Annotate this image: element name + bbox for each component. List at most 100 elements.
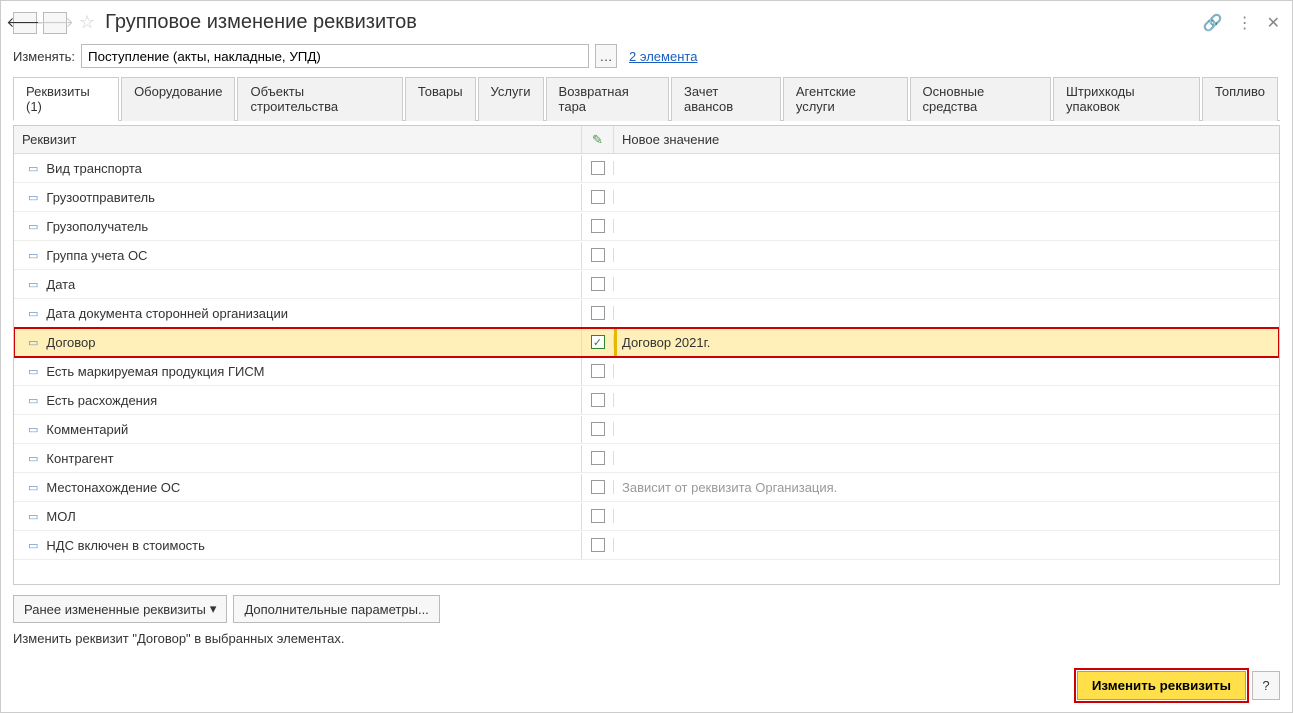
value-cell[interactable] (614, 307, 1279, 319)
value-cell[interactable] (614, 162, 1279, 174)
table-row[interactable]: ▭МОЛ (14, 502, 1279, 531)
requisite-cell[interactable]: ▭Комментарий (14, 416, 582, 443)
checkbox-cell[interactable] (582, 538, 614, 552)
requisite-cell[interactable]: ▭Контрагент (14, 445, 582, 472)
tab-advances[interactable]: Зачет авансов (671, 77, 781, 121)
tab-construction[interactable]: Объекты строительства (237, 77, 402, 121)
history-button[interactable]: Ранее измененные реквизиты ▾ (13, 595, 227, 623)
requisite-cell[interactable]: ▭Договор (14, 329, 582, 356)
table-row[interactable]: ▭Есть расхождения (14, 386, 1279, 415)
row-checkbox[interactable] (591, 393, 605, 407)
filter-input[interactable] (81, 44, 589, 68)
row-checkbox[interactable] (591, 364, 605, 378)
help-button[interactable]: ? (1252, 671, 1280, 700)
table-row[interactable]: ▭Контрагент (14, 444, 1279, 473)
table-row[interactable]: ▭Комментарий (14, 415, 1279, 444)
checkbox-cell[interactable] (582, 190, 614, 204)
row-checkbox[interactable] (591, 509, 605, 523)
checkbox-cell[interactable] (582, 219, 614, 233)
row-checkbox[interactable] (591, 451, 605, 465)
table-row[interactable]: ▭Дата документа сторонней организации (14, 299, 1279, 328)
value-cell[interactable] (614, 539, 1279, 551)
row-checkbox[interactable] (591, 538, 605, 552)
requisite-cell[interactable]: ▭МОЛ (14, 503, 582, 530)
elements-link[interactable]: 2 элемента (629, 49, 697, 64)
more-icon[interactable]: ⋮ (1237, 13, 1253, 33)
table-row[interactable]: ▭Грузоотправитель (14, 183, 1279, 212)
link-icon[interactable]: 🔗 (1203, 13, 1223, 33)
requisite-name: Местонахождение ОС (46, 480, 180, 495)
table-row[interactable]: ▭Группа учета ОС (14, 241, 1279, 270)
value-cell[interactable] (614, 452, 1279, 464)
table-row[interactable]: ▭НДС включен в стоимость (14, 531, 1279, 560)
tab-fuel[interactable]: Топливо (1202, 77, 1278, 121)
requisite-cell[interactable]: ▭Есть маркируемая продукция ГИСМ (14, 358, 582, 385)
grid-header-requisite[interactable]: Реквизит (14, 126, 582, 153)
tab-goods[interactable]: Товары (405, 77, 476, 121)
checkbox-cell[interactable] (582, 509, 614, 523)
row-checkbox[interactable]: ✓ (591, 335, 605, 349)
requisite-cell[interactable]: ▭Грузоотправитель (14, 184, 582, 211)
grid-header-value[interactable]: Новое значение (614, 126, 1279, 153)
value-cell[interactable] (614, 510, 1279, 522)
row-checkbox[interactable] (591, 219, 605, 233)
checkbox-cell[interactable] (582, 364, 614, 378)
table-row[interactable]: ▭Грузополучатель (14, 212, 1279, 241)
bottom-buttons: Ранее измененные реквизиты ▾ Дополнитель… (9, 589, 1284, 625)
checkbox-cell[interactable] (582, 480, 614, 494)
row-checkbox[interactable] (591, 422, 605, 436)
value-cell[interactable] (614, 394, 1279, 406)
checkbox-cell[interactable] (582, 277, 614, 291)
favorite-star-icon[interactable]: ☆ (79, 12, 95, 33)
requisite-cell[interactable]: ▭Дата (14, 271, 582, 298)
value-cell[interactable] (614, 249, 1279, 261)
table-row[interactable]: ▭Местонахождение ОС Зависит от реквизита … (14, 473, 1279, 502)
table-row[interactable]: ▭Есть маркируемая продукция ГИСМ (14, 357, 1279, 386)
nav-forward-button[interactable]: 🡒 (43, 12, 67, 34)
table-row[interactable]: ▭Вид транспорта (14, 154, 1279, 183)
apply-button[interactable]: Изменить реквизиты (1077, 671, 1246, 700)
value-cell[interactable]: Договор 2021г. (614, 329, 1279, 356)
checkbox-cell[interactable] (582, 393, 614, 407)
tab-requisites[interactable]: Реквизиты (1) (13, 77, 119, 121)
checkbox-cell[interactable] (582, 248, 614, 262)
table-row[interactable]: ▭Дата (14, 270, 1279, 299)
tab-equipment[interactable]: Оборудование (121, 77, 235, 121)
filter-select-button[interactable]: … (595, 44, 617, 68)
requisite-cell[interactable]: ▭НДС включен в стоимость (14, 532, 582, 559)
value-cell[interactable] (614, 423, 1279, 435)
value-cell[interactable] (614, 365, 1279, 377)
requisite-cell[interactable]: ▭Есть расхождения (14, 387, 582, 414)
requisite-cell[interactable]: ▭Вид транспорта (14, 155, 582, 182)
value-cell[interactable] (614, 220, 1279, 232)
row-checkbox[interactable] (591, 277, 605, 291)
nav-back-button[interactable]: 🡐 (13, 12, 37, 34)
close-icon[interactable]: ✕ (1267, 13, 1280, 33)
tab-returnable[interactable]: Возвратная тара (546, 77, 669, 121)
table-row[interactable]: ▭Договор ✓ Договор 2021г. (14, 328, 1279, 357)
grid-header-edit[interactable]: ✎ (582, 126, 614, 153)
row-checkbox[interactable] (591, 480, 605, 494)
requisite-cell[interactable]: ▭Группа учета ОС (14, 242, 582, 269)
extra-params-button[interactable]: Дополнительные параметры... (233, 595, 439, 623)
tab-agency[interactable]: Агентские услуги (783, 77, 908, 121)
grid-body[interactable]: ▭Вид транспорта▭Грузоотправитель▭Грузопо… (14, 154, 1279, 584)
requisite-cell[interactable]: ▭Местонахождение ОС (14, 474, 582, 501)
row-checkbox[interactable] (591, 190, 605, 204)
requisite-cell[interactable]: ▭Грузополучатель (14, 213, 582, 240)
value-cell[interactable]: Зависит от реквизита Организация. (614, 474, 1279, 501)
tab-barcodes[interactable]: Штрихкоды упаковок (1053, 77, 1200, 121)
checkbox-cell[interactable] (582, 161, 614, 175)
checkbox-cell[interactable]: ✓ (582, 335, 614, 349)
row-checkbox[interactable] (591, 161, 605, 175)
checkbox-cell[interactable] (582, 306, 614, 320)
value-cell[interactable] (614, 278, 1279, 290)
checkbox-cell[interactable] (582, 422, 614, 436)
value-cell[interactable] (614, 191, 1279, 203)
tab-services[interactable]: Услуги (478, 77, 544, 121)
checkbox-cell[interactable] (582, 451, 614, 465)
row-checkbox[interactable] (591, 306, 605, 320)
row-checkbox[interactable] (591, 248, 605, 262)
tab-fixed-assets[interactable]: Основные средства (910, 77, 1051, 121)
requisite-cell[interactable]: ▭Дата документа сторонней организации (14, 300, 582, 327)
